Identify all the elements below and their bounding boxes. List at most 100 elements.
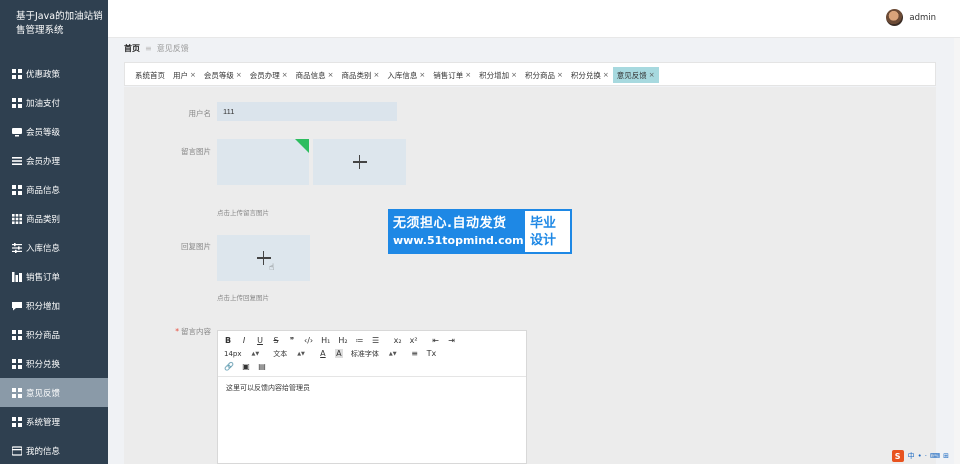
top-bar: admin xyxy=(108,0,960,38)
bold-icon[interactable]: B xyxy=(224,336,232,345)
close-icon[interactable]: × xyxy=(557,71,563,79)
sidebar-item-11[interactable]: 积分兑换 xyxy=(0,349,108,378)
close-icon[interactable]: × xyxy=(236,71,242,79)
bullet-list-icon[interactable]: ☰ xyxy=(372,336,380,345)
tab-10[interactable]: 积分商品 × xyxy=(521,67,567,83)
sidebar-item-9[interactable]: 积分增加 xyxy=(0,291,108,320)
tab-2[interactable]: 用户 × xyxy=(169,67,200,83)
plus-icon xyxy=(352,155,367,169)
rich-text-editor[interactable]: B I U S ❞ ‹/› H₁ H₂ ≔ ☰ x₂ x² ⇤ ⇥ 14px ▲▼ 文本 ▲▼ A A 标准字… xyxy=(217,330,527,464)
close-icon[interactable]: × xyxy=(603,71,609,79)
chevron-down-icon: ▲▼ xyxy=(297,350,305,357)
editor-toolbar: B I U S ❞ ‹/› H₁ H₂ ≔ ☰ x₂ x² ⇤ ⇥ 14px ▲▼ 文本 ▲▼ A A 标准字… xyxy=(218,331,526,377)
grid-icon xyxy=(12,416,22,427)
tab-9[interactable]: 积分增加 × xyxy=(475,67,521,83)
sliders-icon xyxy=(12,242,22,253)
grid-icon[interactable]: ⊞ xyxy=(943,452,949,460)
sidebar-item-13[interactable]: 系统管理 xyxy=(0,407,108,436)
format-select[interactable]: 文本 ▲▼ xyxy=(273,349,305,359)
editor-content[interactable]: 这里可以反馈内容给管理员 xyxy=(218,377,526,399)
close-icon[interactable]: × xyxy=(465,71,471,79)
background-color-icon[interactable]: A xyxy=(334,349,343,358)
sidebar-item-5[interactable]: 商品信息 xyxy=(0,175,108,204)
tab-7[interactable]: 入库信息 × xyxy=(383,67,429,83)
image-icon[interactable]: ▣ xyxy=(242,362,250,371)
ime-tray[interactable]: S 中 • · ⌨ ⊞ xyxy=(891,450,952,462)
apps-icon xyxy=(12,213,22,224)
watermark-line1: 无须担心.自动发货 xyxy=(393,215,507,231)
tray-item[interactable]: • xyxy=(918,452,922,460)
sidebar-item-14[interactable]: 我的信息 xyxy=(0,436,108,464)
tab-3[interactable]: 会员等级 × xyxy=(200,67,246,83)
close-icon[interactable]: × xyxy=(511,71,517,79)
sidebar-item-12[interactable]: 意见反馈 xyxy=(0,378,108,407)
bar-icon xyxy=(12,271,22,282)
quote-icon[interactable]: ❞ xyxy=(288,336,296,345)
ordered-list-icon[interactable]: ≔ xyxy=(356,336,364,345)
h1-icon[interactable]: H₁ xyxy=(321,336,330,345)
msg-image-upload-button[interactable] xyxy=(313,139,406,185)
avatar[interactable] xyxy=(886,9,904,26)
subscript-icon[interactable]: x₂ xyxy=(394,336,402,345)
sidebar-item-6[interactable]: 商品类别 xyxy=(0,204,108,233)
breadcrumb-current: 意见反馈 xyxy=(156,44,189,53)
close-icon[interactable]: × xyxy=(419,71,425,79)
sidebar-item-2[interactable]: 加油支付 xyxy=(0,88,108,117)
keyboard-icon[interactable]: ⌨ xyxy=(930,452,940,460)
msg-image-preview[interactable] xyxy=(217,139,309,185)
tab-bar: 系统首页 用户 × 会员等级 × 会员办理 × 商品信息 × 商品类别 × 入库信息 × 销售订单 × 积分增… xyxy=(124,62,936,86)
font-size-select[interactable]: 14px ▲▼ xyxy=(224,350,259,358)
strike-icon[interactable]: S xyxy=(272,336,280,345)
underline-icon[interactable]: U xyxy=(256,336,264,345)
sidebar-item-1[interactable]: 优惠政策 xyxy=(0,59,108,88)
video-icon[interactable]: ▤ xyxy=(258,362,266,371)
code-icon[interactable]: ‹/› xyxy=(304,336,313,345)
h2-icon[interactable]: H₂ xyxy=(338,336,347,345)
tab-label: 用户 xyxy=(173,70,188,80)
user-menu[interactable]: admin xyxy=(886,9,936,26)
text-color-icon[interactable]: A xyxy=(319,349,327,358)
sidebar-item-8[interactable]: 销售订单 xyxy=(0,262,108,291)
tab-1[interactable]: 系统首页 xyxy=(131,67,169,83)
tab-12[interactable]: 意见反馈 × xyxy=(612,67,659,83)
username-input[interactable] xyxy=(217,102,397,121)
sidebar-item-7[interactable]: 入库信息 xyxy=(0,233,108,262)
reply-image-upload-button[interactable]: ☝ xyxy=(217,235,310,281)
sidebar-item-3[interactable]: 会员等级 xyxy=(0,117,108,146)
clear-format-icon[interactable]: Tx xyxy=(427,349,437,358)
italic-icon[interactable]: I xyxy=(240,336,248,345)
username[interactable]: admin xyxy=(909,13,936,23)
sidebar-item-10[interactable]: 积分商品 xyxy=(0,320,108,349)
editor-toolbar-row: 14px ▲▼ 文本 ▲▼ A A 标准字体 ▲▼ ≡ Tx xyxy=(224,347,520,360)
outdent-icon[interactable]: ⇤ xyxy=(432,336,440,345)
tab-4[interactable]: 会员办理 × xyxy=(246,67,292,83)
tray-item[interactable]: · xyxy=(925,452,927,460)
close-icon[interactable]: × xyxy=(328,71,334,79)
close-icon[interactable]: × xyxy=(282,71,288,79)
msg-image-hint: 点击上传留言图片 xyxy=(217,209,269,217)
align-icon[interactable]: ≡ xyxy=(411,349,419,358)
tab-5[interactable]: 商品信息 × xyxy=(292,67,338,83)
page-scrollbar[interactable] xyxy=(954,38,960,464)
required-mark: * xyxy=(175,327,179,336)
sidebar-item-4[interactable]: 会员办理 xyxy=(0,146,108,175)
watermark-line2: www.51topmind.com xyxy=(393,233,524,247)
tab-6[interactable]: 商品类别 × xyxy=(338,67,384,83)
superscript-icon[interactable]: x² xyxy=(410,336,418,345)
close-icon[interactable]: × xyxy=(190,71,196,79)
language-indicator[interactable]: 中 xyxy=(908,451,915,461)
tab-8[interactable]: 销售订单 × xyxy=(429,67,475,83)
tab-label: 系统首页 xyxy=(135,70,165,80)
sogou-logo-icon[interactable]: S xyxy=(891,450,904,462)
close-icon[interactable]: × xyxy=(649,71,655,79)
breadcrumb-home[interactable]: 首页 xyxy=(124,43,140,54)
indent-icon[interactable]: ⇥ xyxy=(448,336,456,345)
tab-label: 商品类别 xyxy=(341,70,372,80)
link-icon[interactable]: 🔗 xyxy=(224,362,234,371)
font-family-select[interactable]: 标准字体 ▲▼ xyxy=(351,349,397,359)
watermark-right2: 设计 xyxy=(530,232,557,248)
tab-11[interactable]: 积分兑换 × xyxy=(567,67,613,83)
sidebar-item-label: 意见反馈 xyxy=(26,388,61,399)
close-icon[interactable]: × xyxy=(374,71,380,79)
sidebar-item-label: 会员等级 xyxy=(26,127,61,138)
